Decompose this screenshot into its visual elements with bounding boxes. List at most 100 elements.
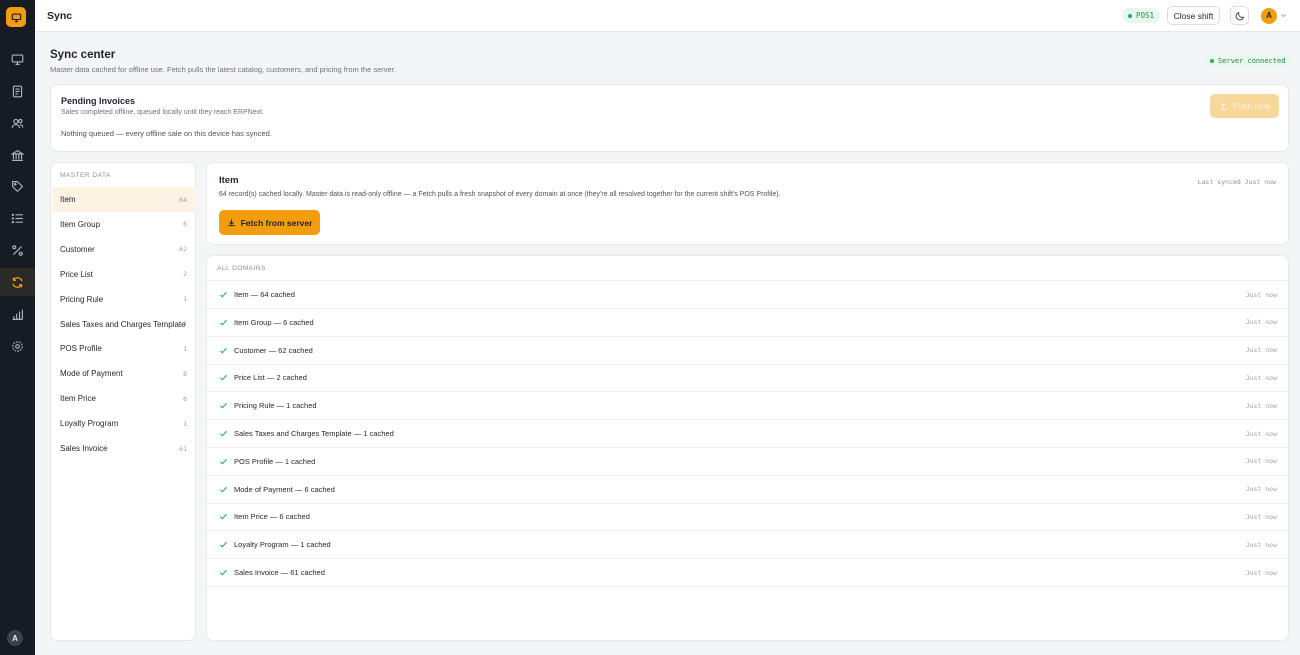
domain-row-label: Sales Invoice — 61 cached bbox=[234, 568, 325, 577]
check-icon bbox=[220, 514, 228, 520]
master-data-item-label: POS Profile bbox=[60, 344, 102, 354]
domain-row-label: Loyalty Program — 1 cached bbox=[234, 540, 331, 550]
master-data-item[interactable]: Sales Invoice 61 bbox=[52, 436, 196, 461]
sidebar-item-invoices[interactable] bbox=[0, 77, 35, 105]
domain-row-label: Price List — 2 cached bbox=[234, 373, 307, 383]
sidebar-item-store[interactable] bbox=[0, 141, 35, 169]
sidebar-item-pricing[interactable] bbox=[0, 172, 35, 200]
domain-row-label: Mode of Payment — 6 cached bbox=[234, 484, 335, 494]
master-data-header: MASTER DATA bbox=[60, 172, 111, 179]
pos-profile-label: POS1 bbox=[1136, 11, 1155, 20]
detail-description: 64 record(s) cached locally. Master data… bbox=[219, 191, 781, 198]
master-data-item-label: Item Group bbox=[60, 219, 101, 229]
master-data-item-label: Price List bbox=[60, 269, 93, 279]
all-domains-card: ALL DOMAINS Item — 64 cached Just now Item… bbox=[206, 255, 1289, 641]
sidebar: A bbox=[0, 0, 35, 655]
sidebar-item-terminal[interactable] bbox=[0, 45, 35, 73]
theme-toggle-button[interactable] bbox=[1230, 6, 1249, 25]
check-icon bbox=[220, 403, 228, 409]
sidebar-item-reports[interactable] bbox=[0, 300, 35, 328]
master-data-item-count: 1 bbox=[183, 295, 187, 304]
master-data-item[interactable]: Item Price 6 bbox=[52, 386, 196, 411]
master-data-list: MASTER DATA Item 64 Item Group 6 Customer 62 P… bbox=[50, 162, 196, 641]
master-data-item[interactable]: Mode of Payment 6 bbox=[52, 361, 196, 386]
master-data-item-count: 1 bbox=[183, 344, 187, 353]
master-data-item[interactable]: Pricing Rule 1 bbox=[52, 287, 196, 312]
domain-row-time: Just now bbox=[1245, 290, 1277, 299]
check-icon bbox=[220, 347, 228, 354]
master-data-item[interactable]: Customer 62 bbox=[52, 237, 196, 262]
detail-title: Item bbox=[219, 175, 239, 186]
domain-row: Price List — 2 cached Just now bbox=[207, 364, 1288, 393]
master-data-item-count: 6 bbox=[183, 220, 187, 229]
pending-invoices-card: Pending Invoices Sales completed offline… bbox=[50, 84, 1289, 152]
master-data-item-count: 64 bbox=[179, 195, 187, 204]
percent-icon bbox=[12, 244, 23, 256]
domain-row-label: Item — 64 cached bbox=[234, 290, 295, 299]
domain-row-time: Just now bbox=[1245, 485, 1277, 494]
master-data-item[interactable]: POS Profile 1 bbox=[52, 336, 196, 361]
sidebar-item-settings[interactable] bbox=[0, 332, 35, 360]
domain-row: Loyalty Program — 1 cached Just now bbox=[207, 531, 1288, 560]
domain-row: Item — 64 cached Just now bbox=[207, 281, 1288, 309]
master-data-item[interactable]: Item Group 6 bbox=[52, 212, 196, 237]
master-data-item-count: 6 bbox=[183, 394, 187, 403]
master-data-item[interactable]: Price List 2 bbox=[52, 262, 196, 287]
status-dot bbox=[1210, 58, 1214, 63]
chevron-down-icon bbox=[1281, 14, 1286, 18]
master-data-item-label: Pricing Rule bbox=[60, 294, 104, 304]
domain-row-time: Just now bbox=[1245, 512, 1277, 521]
master-data-item-label: Sales Taxes and Charges Template bbox=[60, 319, 186, 329]
sidebar-item-sync[interactable] bbox=[0, 268, 35, 296]
pending-invoices-subtitle: Sales completed offline, queued locally … bbox=[61, 109, 264, 116]
fetch-label: Fetch from server bbox=[240, 217, 313, 228]
status-dot bbox=[1128, 13, 1132, 18]
pending-invoices-empty: Nothing queued — every offline sale on t… bbox=[61, 129, 272, 138]
bank-icon bbox=[11, 149, 24, 161]
master-data-item-label: Loyalty Program bbox=[60, 419, 119, 429]
push-now-button[interactable]: Push now bbox=[1210, 94, 1279, 118]
master-data-item-label: Sales Invoice bbox=[60, 444, 108, 453]
tag-icon bbox=[12, 180, 24, 192]
master-data-item-label: Mode of Payment bbox=[60, 369, 123, 379]
master-data-item[interactable]: Loyalty Program 1 bbox=[52, 411, 196, 436]
domain-row-label: Sales Taxes and Charges Template — 1 cac… bbox=[234, 429, 394, 438]
domain-row: Pricing Rule — 1 cached Just now bbox=[207, 392, 1288, 421]
master-data-item[interactable]: Sales Taxes and Charges Template 1 bbox=[52, 312, 196, 337]
master-data-item-label: Item bbox=[60, 195, 76, 204]
master-data-item[interactable]: Item 64 bbox=[52, 187, 196, 212]
master-data-item-label: Item Price bbox=[60, 394, 97, 404]
page-subtitle: Master data cached for offline use. Fetc… bbox=[50, 65, 396, 74]
domain-row-time: Just now bbox=[1245, 346, 1277, 355]
bar-chart-icon bbox=[12, 309, 23, 320]
master-data-item-count: 61 bbox=[179, 444, 187, 453]
domain-row: POS Profile — 1 cached Just now bbox=[207, 448, 1288, 476]
sidebar-item-customers[interactable] bbox=[0, 109, 35, 137]
avatar[interactable]: A bbox=[7, 630, 23, 646]
close-shift-button[interactable]: Close shift bbox=[1167, 6, 1220, 25]
user-menu-button[interactable]: A bbox=[1261, 7, 1289, 24]
domain-row-label: Customer — 62 cached bbox=[234, 345, 313, 355]
check-icon bbox=[220, 291, 228, 298]
master-data-item-count: 2 bbox=[183, 270, 187, 279]
master-data-item-count: 62 bbox=[179, 245, 187, 254]
master-data-item-count: 1 bbox=[183, 419, 187, 428]
list-icon bbox=[11, 213, 23, 223]
check-icon bbox=[220, 542, 228, 548]
master-data-item-count: 1 bbox=[183, 320, 187, 328]
fetch-from-server-button[interactable]: Fetch from server bbox=[219, 210, 320, 235]
sidebar-item-lists[interactable] bbox=[0, 204, 35, 232]
receipt-icon bbox=[12, 85, 23, 97]
upload-icon bbox=[1220, 102, 1227, 110]
domain-row-label: Pricing Rule — 1 cached bbox=[234, 401, 317, 411]
sidebar-item-discounts[interactable] bbox=[0, 236, 35, 264]
domain-row-time: Just now bbox=[1245, 401, 1277, 410]
check-icon bbox=[220, 569, 228, 576]
monitor-logo-icon[interactable] bbox=[6, 7, 26, 27]
server-status-label: Server connected bbox=[1218, 56, 1286, 65]
domain-row: Mode of Payment — 6 cached Just now bbox=[207, 476, 1288, 504]
pending-invoices-title: Pending Invoices bbox=[61, 96, 136, 106]
domain-row-label: Item Group — 6 cached bbox=[234, 317, 314, 327]
last-synced-label: Last synced Just now bbox=[1197, 178, 1276, 186]
pos-profile-badge: POS1 bbox=[1122, 8, 1161, 23]
